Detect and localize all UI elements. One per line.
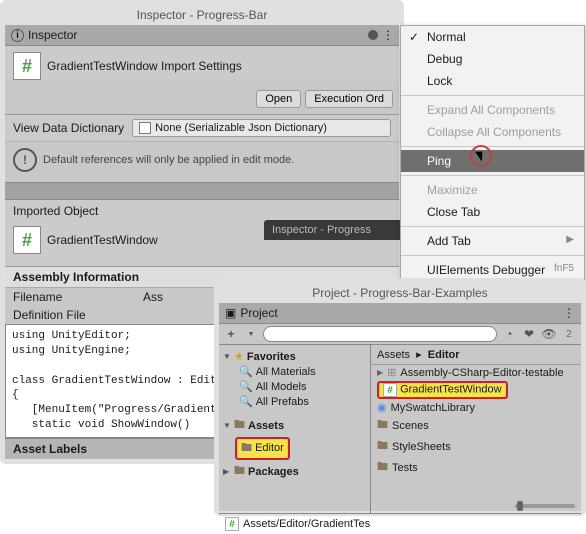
folder-icon: 🖿 [377, 458, 388, 477]
search-icon: 🔍 [239, 365, 253, 378]
menu-lock[interactable]: Lock [401, 70, 584, 92]
fav-all-materials[interactable]: 🔍All Materials [221, 364, 368, 379]
file-gradienttestwindow[interactable]: # GradientTestWindow [371, 380, 581, 400]
packages-node[interactable]: ▶🖿Packages [221, 461, 368, 482]
inspector-tab[interactable]: Inspector [28, 28, 77, 42]
script-icon: # [383, 383, 397, 397]
menu-expand: Expand All Components [401, 99, 584, 121]
asset-list: Assets ▸ Editor ▶⊞Assembly-CSharp-Editor… [371, 345, 581, 513]
info-icon: i [11, 29, 24, 42]
filter-icon[interactable]: ◔ [501, 326, 517, 342]
favorite-icon[interactable]: ❤ [521, 326, 537, 342]
favorites-node[interactable]: ▼★Favorites [221, 349, 368, 364]
script-icon: # [225, 517, 239, 531]
open-button[interactable]: Open [256, 90, 301, 108]
script-icon: # [13, 52, 41, 80]
menu-debug[interactable]: Debug [401, 48, 584, 70]
imported-object-label: Imported Object [5, 200, 399, 222]
project-titlebar: Project - Progress-Bar-Examples [219, 283, 581, 303]
submenu-arrow-icon: ▶ [566, 234, 574, 245]
info-icon: ! [13, 148, 37, 172]
search-icon: 🔍 [239, 395, 253, 408]
folder-scenes[interactable]: 🖿Scenes [371, 415, 581, 436]
file-csharp[interactable]: ▶⊞Assembly-CSharp-Editor-testable [371, 365, 581, 380]
script-icon: # [13, 226, 41, 254]
folder-icon: ▣ [225, 306, 236, 320]
project-window: Project - Progress-Bar-Examples ▣ Projec… [214, 278, 586, 516]
thumbnail-size-slider[interactable] [515, 504, 575, 508]
project-tab-bar: ▣ Project ⋮ [219, 303, 581, 324]
menu-ping[interactable]: Ping [401, 150, 584, 172]
triangle-icon: ▶ [377, 368, 383, 377]
hidden-count: 2 [561, 326, 577, 342]
file-swatch[interactable]: ◉MySwatchLibrary [371, 400, 581, 415]
search-input[interactable] [263, 326, 497, 342]
inspector-titlebar: Inspector - Progress-Bar [5, 5, 399, 25]
menu-maximize: Maximize [401, 179, 584, 201]
folder-stylesheets[interactable]: 🖿StyleSheets [371, 436, 581, 457]
add-button[interactable]: + [223, 326, 239, 342]
kebab-icon[interactable]: ⋮ [382, 28, 393, 42]
folder-icon: 🖿 [377, 416, 388, 435]
hidden-icon[interactable]: 👁 [541, 326, 557, 342]
menu-normal[interactable]: Normal [401, 26, 584, 48]
star-icon: ★ [234, 350, 244, 363]
dropdown-icon[interactable]: ▼ [243, 326, 259, 342]
import-header: # GradientTestWindow Import Settings [13, 52, 391, 80]
execution-order-button[interactable]: Execution Ord [305, 90, 393, 108]
folder-icon: 🖿 [234, 462, 245, 481]
search-icon: 🔍 [239, 380, 253, 393]
info-message: Default references will only be applied … [43, 154, 294, 166]
inspector-window-title: Inspector - Progress-Bar [137, 8, 268, 22]
object-title: GradientTestWindow Import Settings [47, 59, 242, 73]
view-data-dict-field[interactable]: None (Serializable Json Dictionary) [132, 119, 391, 137]
menu-add-tab[interactable]: Add Tab▶ [401, 230, 584, 252]
editor-folder-node[interactable]: 🖿 Editor [221, 436, 368, 461]
menu-close-tab[interactable]: Close Tab [401, 201, 584, 223]
folder-tests[interactable]: 🖿Tests [371, 457, 581, 478]
folder-icon: 🖿 [234, 416, 245, 435]
view-data-dict-label: View Data Dictionary [13, 121, 124, 135]
assets-node[interactable]: ▼🖿Assets [221, 415, 368, 436]
folder-icon: 🖿 [241, 442, 252, 454]
menu-collapse: Collapse All Components [401, 121, 584, 143]
breadcrumb[interactable]: Assets ▸ Editor [371, 345, 581, 365]
kebab-icon[interactable]: ⋮ [563, 306, 575, 320]
docked-inspector-tab[interactable]: Inspector - Progress [264, 220, 404, 240]
fav-all-prefabs[interactable]: 🔍All Prefabs [221, 394, 368, 409]
selection-path: # Assets/Editor/GradientTes [219, 513, 581, 534]
imported-object-name: GradientTestWindow [47, 233, 158, 247]
checkbox-icon[interactable] [139, 122, 151, 134]
folder-tree: ▼★Favorites 🔍All Materials 🔍All Models 🔍… [219, 345, 371, 513]
project-toolbar: + ▼ ◔ ❤ 👁 2 [219, 324, 581, 345]
project-window-title: Project - Progress-Bar-Examples [312, 286, 487, 300]
lock-icon[interactable] [368, 30, 378, 40]
fav-all-models[interactable]: 🔍All Models [221, 379, 368, 394]
context-menu: Normal Debug Lock Expand All Components … [400, 25, 585, 282]
project-tab[interactable]: Project [240, 306, 277, 320]
inspector-tab-bar: i Inspector ⋮ [5, 25, 399, 46]
folder-icon: 🖿 [377, 437, 388, 456]
palette-icon: ◉ [377, 401, 387, 414]
